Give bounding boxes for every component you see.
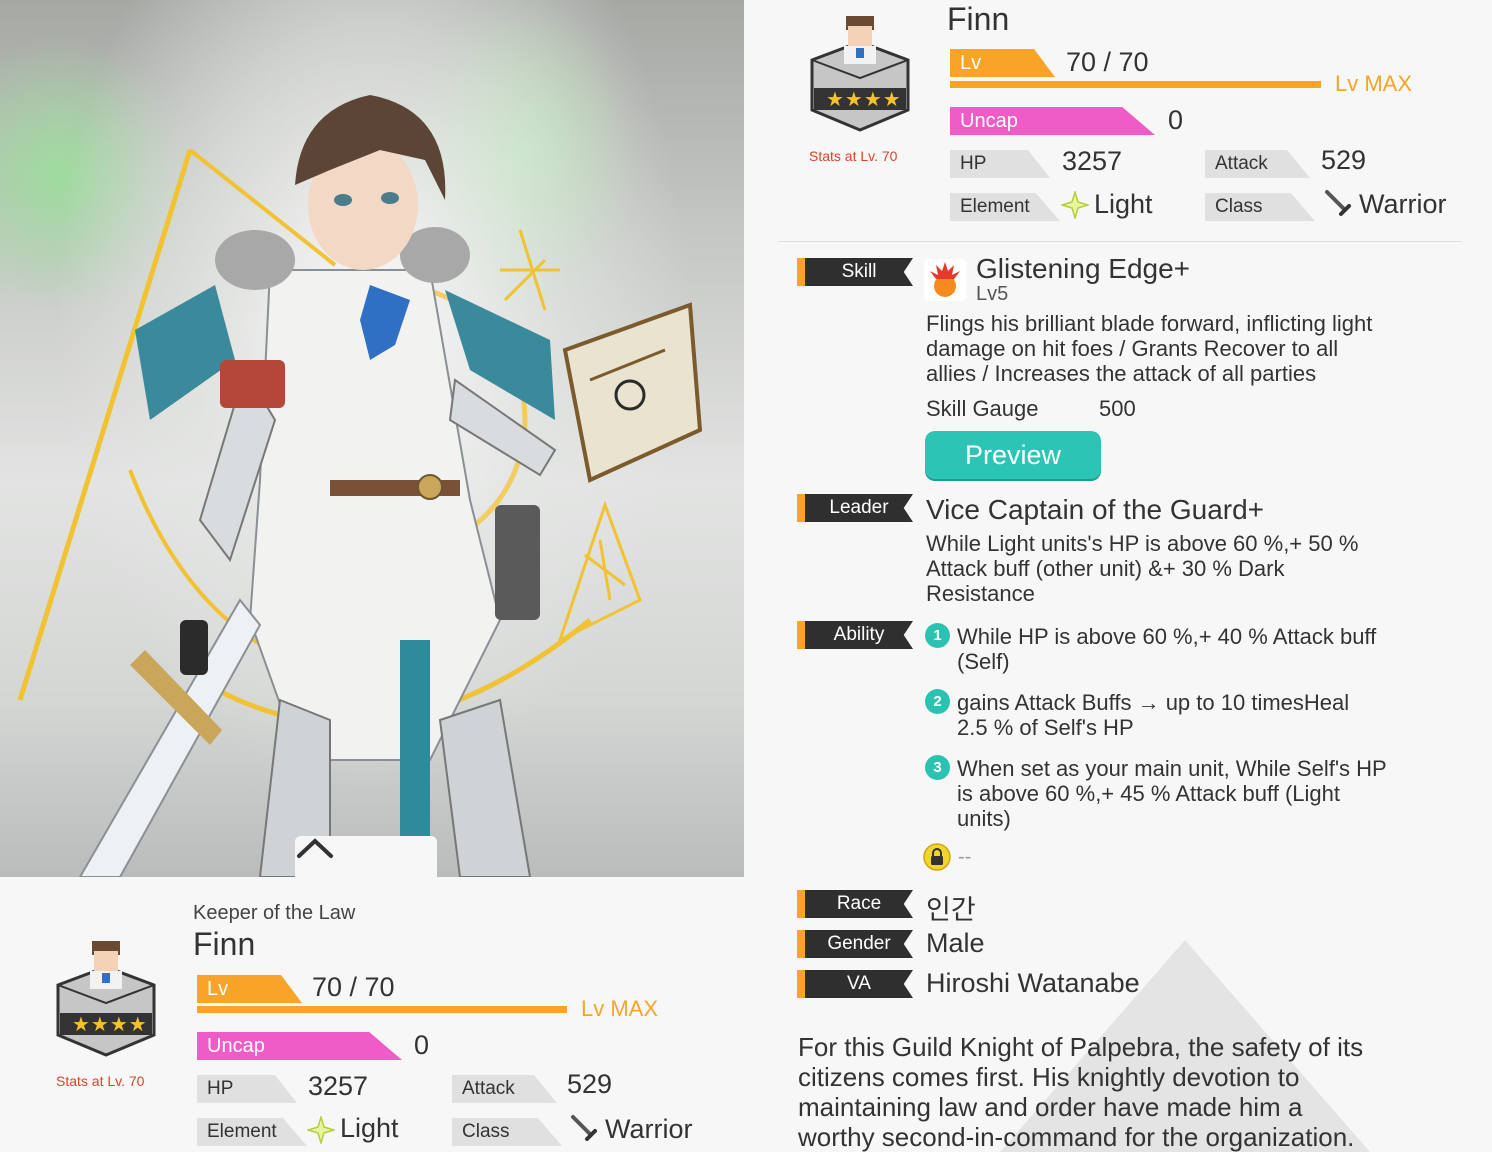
skill-label: Skill (797, 258, 913, 286)
light-element-icon (1061, 191, 1089, 219)
character-illustration (17, 95, 703, 877)
bio-line1: For this Guild Knight of Palpebra, the s… (798, 1032, 1364, 1062)
race-value: 인간 (926, 895, 976, 925)
race-label: Race (797, 890, 913, 918)
va-label: VA (797, 970, 913, 998)
rarity-stars: ★★★★ (72, 1014, 148, 1036)
level-value: 70 / 70 (1066, 47, 1149, 77)
gender-label: Gender (797, 930, 913, 958)
bio-line3: maintaining law and order have made him … (798, 1092, 1303, 1122)
level-max-label: Lv MAX (581, 996, 659, 1021)
pixel-avatar-icon (56, 941, 156, 1057)
ability-label: Ability (797, 621, 913, 649)
preview-button[interactable]: Preview (925, 431, 1101, 479)
ability-2-line1: gains Attack Buffs → up to 10 timesHeal (957, 690, 1350, 715)
class-value: Warrior (605, 1114, 693, 1144)
skill-gauge-value: 500 (1099, 396, 1136, 421)
skill-desc-line3: allies / Increases the attack of all par… (926, 361, 1317, 386)
leader-desc-line3: Resistance (926, 581, 1035, 606)
class-value: Warrior (1359, 189, 1447, 219)
attack-value: 529 (567, 1069, 613, 1099)
ability-number-badge: 2 (925, 689, 950, 714)
ability-3-line3: units) (957, 806, 1011, 831)
attack-tag: Attack (452, 1075, 557, 1103)
chevron-up-icon (297, 838, 333, 858)
unit-avatar-detail: ★★★★ (804, 10, 916, 140)
ability-1-line1: While HP is above 60 %,+ 40 % Attack buf… (957, 624, 1377, 649)
unit-name: Finn (193, 926, 256, 962)
uncap-value: 0 (1168, 105, 1184, 135)
skill-desc-line1: Flings his brilliant blade forward, infl… (926, 311, 1373, 336)
hp-value: 3257 (1062, 146, 1123, 176)
skill-desc-line2: damage on hit foes / Grants Recover to a… (926, 336, 1339, 361)
skill-level: Lv5 (976, 283, 1009, 305)
level-max-label: Lv MAX (1335, 71, 1413, 96)
leader-skill-name: Vice Captain of the Guard+ (926, 494, 1265, 525)
skill-name: Glistening Edge+ (976, 253, 1191, 284)
uncap-tag: Uncap (950, 107, 1155, 135)
lock-icon (923, 843, 951, 871)
rarity-stars: ★★★★ (826, 89, 902, 111)
collapse-panel-tab[interactable] (295, 836, 437, 877)
level-bar (950, 81, 1321, 88)
element-tag: Element (197, 1118, 307, 1146)
class-tag: Class (452, 1118, 562, 1146)
ability-3-line2: is above 60 %,+ 45 % Attack buff (Light (957, 781, 1341, 806)
sword-class-icon (571, 1115, 597, 1141)
ability-number-badge: 1 (925, 623, 950, 648)
uncap-tag: Uncap (197, 1032, 402, 1060)
light-element-icon (307, 1116, 335, 1144)
ability-2-line2: 2.5 % of Self's HP (957, 715, 1134, 740)
ability-number-badge: 3 (925, 755, 950, 780)
hp-value: 3257 (308, 1071, 369, 1101)
unit-avatar: ★★★★ (50, 935, 162, 1065)
element-value: Light (1094, 189, 1153, 219)
ability-1-line2: (Self) (957, 649, 1010, 674)
pixel-avatar-icon (810, 16, 910, 132)
leader-desc-line1: While Light units's HP is above 60 %,+ 5… (926, 531, 1359, 556)
skill-fire-icon (924, 259, 966, 301)
unit-title: Keeper of the Law (193, 902, 356, 924)
attack-value: 529 (1321, 145, 1367, 175)
stats-at-level: Stats at Lv. 70 (809, 148, 898, 164)
uncap-value: 0 (414, 1030, 430, 1060)
gender-value: Male (926, 928, 985, 958)
hp-tag: HP (197, 1075, 297, 1103)
level-tag: Lv (197, 975, 302, 1003)
left-panel: ★★★★ Stats at Lv. 70 Keeper of the Law F… (0, 0, 744, 1152)
unit-name: Finn (947, 1, 1010, 37)
character-artwork (0, 0, 744, 877)
skill-gauge-label: Skill Gauge (926, 396, 1039, 421)
leader-desc-line2: Attack buff (other unit) &+ 30 % Dark (926, 556, 1285, 581)
leader-label: Leader (797, 494, 913, 522)
level-value: 70 / 70 (312, 972, 395, 1002)
level-bar (197, 1006, 567, 1013)
bio-line2: citizens comes first. His knightly devot… (798, 1062, 1300, 1092)
stats-at-level: Stats at Lv. 70 (56, 1073, 145, 1089)
sword-class-icon (1325, 190, 1351, 216)
element-value: Light (340, 1113, 399, 1143)
ability-3-line1: When set as your main unit, While Self's… (957, 756, 1387, 781)
bio-line4: worthy second-in-command for the organiz… (798, 1122, 1355, 1152)
section-divider (778, 241, 1462, 242)
locked-ability-placeholder: -- (958, 846, 972, 868)
